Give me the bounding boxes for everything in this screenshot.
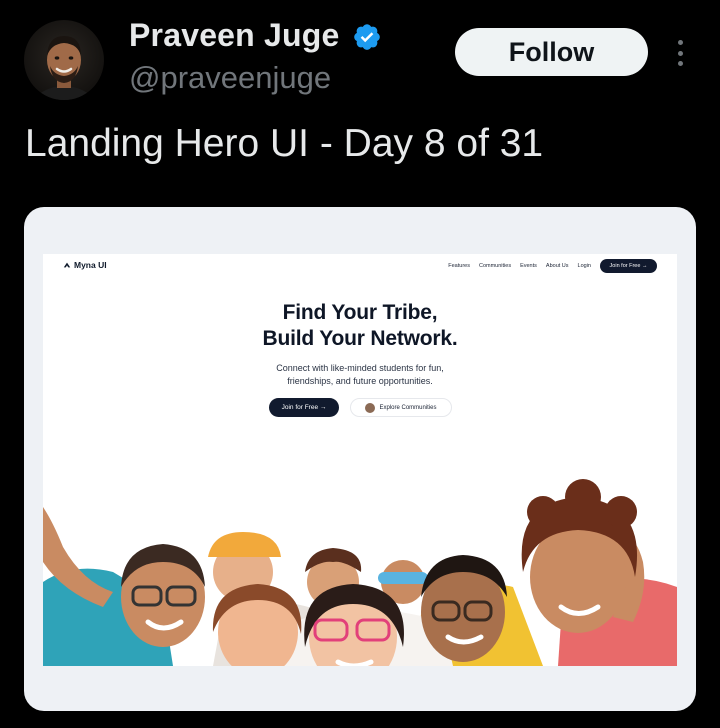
more-dot xyxy=(677,40,683,45)
avatar-portrait xyxy=(33,36,95,100)
preview-headline-line1: Find Your Tribe, xyxy=(282,301,438,324)
preview-join-button: Join for Free → xyxy=(269,398,339,417)
preview-nav-communities: Communities xyxy=(478,263,512,269)
preview-sub-line1: Connect with like-minded students for fu… xyxy=(276,363,444,373)
preview-headline: Find Your Tribe, Build Your Network. xyxy=(43,300,677,352)
preview-nav: Features Communities Events About Us Log… xyxy=(448,263,591,269)
preview-logo: Myna UI xyxy=(63,260,107,270)
landing-page-preview: Myna UI Features Communities Events Abou… xyxy=(43,254,677,666)
preview-explore-button: Explore Communities xyxy=(350,398,452,417)
preview-brand-name: Myna UI xyxy=(74,260,107,270)
verified-badge-icon xyxy=(354,24,380,50)
preview-sub-line2: friendships, and future opportunities. xyxy=(287,376,433,386)
preview-nav-join-button: Join for Free → xyxy=(600,259,657,273)
preview-nav-about: About Us xyxy=(545,263,569,269)
preview-explore-label: Explore Communities xyxy=(379,404,437,411)
explore-avatar-icon xyxy=(365,402,376,413)
tweet-media-card[interactable]: Myna UI Features Communities Events Abou… xyxy=(24,207,696,711)
preview-nav-login: Login xyxy=(577,263,591,269)
more-dot xyxy=(677,50,683,56)
author-display-name[interactable]: Praveen Juge xyxy=(129,17,340,54)
author-handle[interactable]: @praveenjuge xyxy=(129,60,331,96)
tweet-text: Landing Hero UI - Day 8 of 31 xyxy=(25,122,544,165)
myna-logo-icon xyxy=(63,262,71,268)
preview-nav-features: Features xyxy=(448,263,470,269)
preview-nav-events: Events xyxy=(520,263,537,269)
more-dot xyxy=(677,61,683,66)
more-options-icon[interactable] xyxy=(670,36,690,70)
author-avatar[interactable] xyxy=(24,20,104,100)
preview-subheadline: Connect with like-minded students for fu… xyxy=(43,362,677,388)
preview-headline-line2: Build Your Network. xyxy=(262,327,458,350)
follow-button[interactable]: Follow xyxy=(455,28,648,76)
